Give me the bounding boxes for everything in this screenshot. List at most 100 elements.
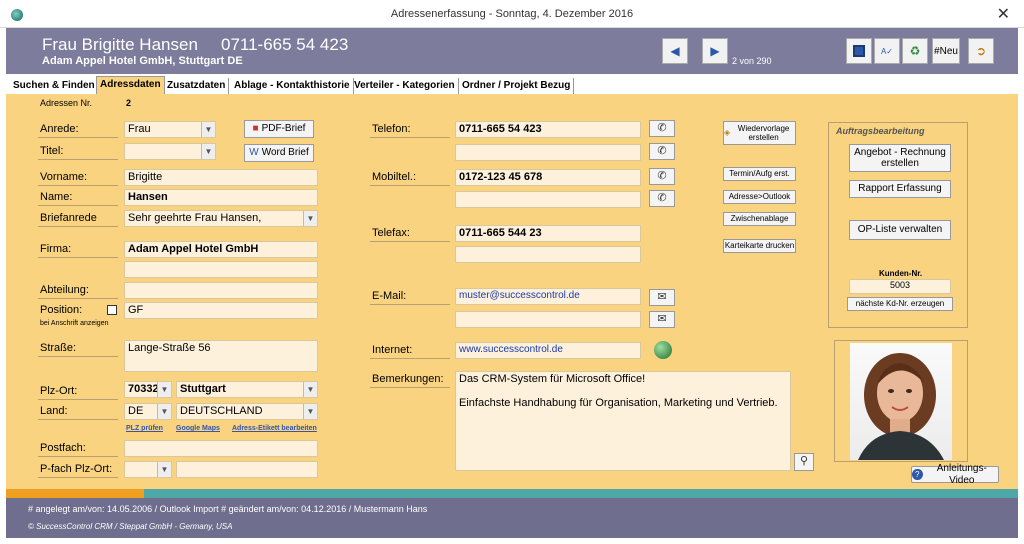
adresse-outlook-button[interactable]: Adresse>Outlook [723,190,796,204]
mobil-field[interactable]: 0172-123 45 678 [455,169,641,186]
pfach-plz-select[interactable]: ▼ [124,461,172,478]
auftrag-title: Auftragsbearbeitung [836,126,925,136]
divider [38,185,118,186]
previous-record-button[interactable]: ◀ [662,38,688,64]
phone-call-button[interactable]: ✆ [649,168,675,185]
name-label: Name: [40,191,73,203]
kd-nr-erzeugen-button[interactable]: nächste Kd-Nr. erzeugen [847,297,953,311]
rapport-button[interactable]: Rapport Erfassung [849,180,951,198]
spellcheck-button[interactable]: A✓ [874,38,900,64]
email2-field[interactable] [455,311,641,328]
anrede-select[interactable]: Frau ▼ [124,121,216,138]
termin-button[interactable]: Termin/Aufg erst. [723,167,796,181]
telefax2-field[interactable] [455,246,641,263]
divider [370,137,450,138]
chevron-down-icon[interactable]: ▼ [303,211,317,226]
op-liste-button[interactable]: OP-Liste verwalten [849,220,951,240]
chevron-down-icon[interactable]: ▼ [201,122,215,137]
next-record-button[interactable]: ▶ [702,38,728,64]
postfach-field[interactable] [124,440,318,457]
zoom-notes-button[interactable]: ⚲ [794,453,814,471]
name-field[interactable]: Hansen [124,189,318,206]
strasse-field[interactable]: Lange-Straße 56 [124,340,318,372]
plz-pruefen-link[interactable]: PLZ prüfen [126,425,163,432]
send-email-button[interactable]: ✉ [649,311,675,328]
arrow-left-icon: ◀ [670,44,680,58]
chevron-down-icon[interactable]: ▼ [201,144,215,159]
copyright: © SuccessControl CRM / Steppat GmbH - Ge… [28,522,233,531]
position-field[interactable]: GF [124,302,318,319]
photo-frame [834,340,968,462]
anrede-label: Anrede: [40,123,79,135]
save-button[interactable] [846,38,872,64]
email-field[interactable]: muster@successcontrol.de [455,288,641,305]
phone-call-button[interactable]: ✆ [649,143,675,160]
chevron-down-icon[interactable]: ▼ [303,382,317,397]
firma-field[interactable]: Adam Appel Hotel GmbH [124,241,318,258]
angebot-rechnung-button[interactable]: Angebot - Rechnung erstellen [849,144,951,172]
divider [38,205,118,206]
kunden-nr-field[interactable]: 5003 [849,279,951,294]
help-icon: ? [912,469,923,480]
vorname-field[interactable]: Brigitte [124,169,318,186]
abteilung-label: Abteilung: [40,284,89,296]
window-title: Adressenerfassung - Sonntag, 4. Dezember… [390,8,634,20]
position-checkbox[interactable] [107,305,117,315]
titel-select[interactable]: ▼ [124,143,216,160]
tab-ordner-projekt[interactable]: Ordner / Projekt Bezug [459,78,575,94]
plz-select[interactable]: 70332 ▼ [124,381,172,398]
land-code-select[interactable]: DE ▼ [124,403,172,420]
karteikarte-button[interactable]: Karteikarte drucken [723,239,796,253]
chevron-down-icon[interactable]: ▼ [157,382,171,397]
internet-field[interactable]: www.successcontrol.de [455,342,641,359]
send-email-button[interactable]: ✉ [649,289,675,306]
anleitungs-video-button[interactable]: ? Anleitungs-Video [911,463,999,486]
telefon2-field[interactable] [455,144,641,161]
adress-etikett-link[interactable]: Adress-Etikett bearbeiten [232,425,317,432]
tab-adressdaten[interactable]: Adressdaten [96,76,165,94]
magnifier-icon: ⚲ [799,455,809,467]
land-label: Land: [40,405,68,417]
close-icon[interactable]: ✕ [997,4,1010,24]
phone-icon: ✆ [657,122,667,134]
ort-select[interactable]: Stuttgart ▼ [176,381,318,398]
globe-icon[interactable] [654,341,672,359]
bemerkungen-field[interactable]: Das CRM-System für Microsoft Office! Ein… [455,371,791,471]
abteilung-field[interactable] [124,282,318,299]
chevron-down-icon[interactable]: ▼ [303,404,317,419]
tab-ablage-kontakthistorie[interactable]: Ablage - Kontakthistorie [231,78,354,94]
pfach-ort-field[interactable] [176,461,318,478]
window-titlebar: Adressenerfassung - Sonntag, 4. Dezember… [0,0,1024,28]
exit-button[interactable]: ➲ [968,38,994,64]
chevron-down-icon[interactable]: ▼ [157,404,171,419]
land-select[interactable]: DEUTSCHLAND ▼ [176,403,318,420]
mobil-label: Mobiltel.: [372,171,417,183]
phone-icon: ✆ [657,170,667,182]
word-brief-button[interactable]: W Word Brief [244,144,314,162]
spellcheck-icon: A✓ [880,46,894,56]
telefon-field[interactable]: 0711-665 54 423 [455,121,641,138]
pfach-plzort-label: P-fach Plz-Ort: [40,463,113,475]
tab-zusatzdaten[interactable]: Zusatzdaten [164,78,230,94]
footer: # angelegt am/von: 14.05.2006 / Outlook … [6,498,1018,538]
phone-call-button[interactable]: ✆ [649,190,675,207]
google-maps-link[interactable]: Google Maps [176,425,220,432]
chevron-down-icon[interactable]: ▼ [157,462,171,477]
recycle-button[interactable]: ♻ [902,38,928,64]
firma2-field[interactable] [124,261,318,278]
contact-phone: 0711-665 54 423 [221,35,349,54]
mobil2-field[interactable] [455,191,641,208]
zwischenablage-button[interactable]: Zwischenablage [723,212,796,226]
tab-suchen-finden[interactable]: Suchen & Finden [10,78,99,94]
adressen-nr-label: Adressen Nr. [40,98,93,108]
new-record-button[interactable]: #Neu [932,38,960,64]
divider [370,185,450,186]
telefax-field[interactable]: 0711-665 544 23 [455,225,641,242]
briefanrede-select[interactable]: Sehr geehrte Frau Hansen, ▼ [124,210,318,227]
phone-call-button[interactable]: ✆ [649,120,675,137]
wiedervorlage-button[interactable]: ◈ Wiedervorlage erstellen [723,121,796,145]
tab-verteiler-kategorien[interactable]: Verteiler - Kategorien [351,78,459,94]
pdf-brief-button[interactable]: ■ PDF-Brief [244,120,314,138]
phone-icon: ✆ [657,192,667,204]
divider [38,399,118,400]
